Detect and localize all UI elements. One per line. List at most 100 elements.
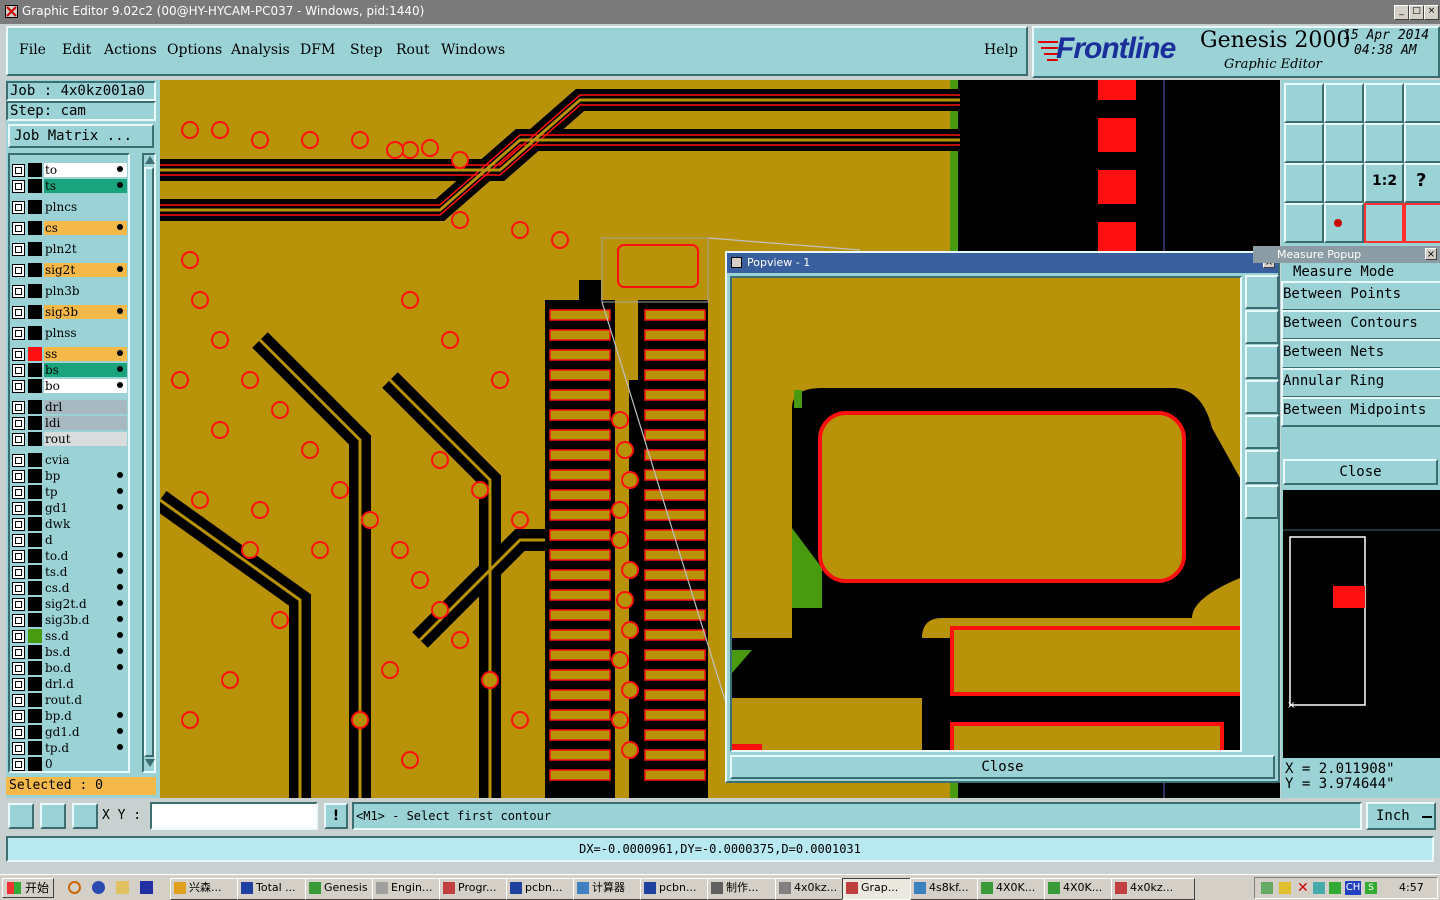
layer-checkbox[interactable] (12, 164, 25, 177)
layer-name[interactable]: sig3b.d (44, 613, 127, 627)
layer-checkbox[interactable] (12, 566, 25, 579)
layer-name[interactable]: rout (44, 432, 127, 446)
minimize-button[interactable]: _ (1394, 5, 1409, 20)
layer-checkbox[interactable] (12, 742, 25, 755)
layer-name[interactable]: to (44, 163, 127, 177)
layer-name[interactable]: ldi (44, 416, 127, 430)
popview-pan-up-icon[interactable] (1245, 310, 1279, 344)
layer-red-2-icon[interactable] (1404, 203, 1440, 243)
zoom-home-icon[interactable] (1284, 83, 1324, 123)
mode-between-midpoints[interactable]: Between Midpoints (1281, 397, 1440, 427)
layer-checkbox[interactable] (12, 401, 25, 414)
start-button[interactable]: 开始 (2, 878, 54, 898)
taskbar-button-14[interactable]: 4x0kz... (1111, 878, 1195, 900)
layer-checkbox[interactable] (12, 678, 25, 691)
measure-close-button[interactable]: Close (1283, 459, 1438, 485)
layer-name[interactable]: cs (44, 221, 127, 235)
zoom-redraw-icon[interactable] (1404, 123, 1440, 163)
measure-popup-close-icon[interactable]: × (1425, 248, 1437, 260)
layer-name[interactable]: gd1 (44, 501, 127, 515)
layer-checkbox[interactable] (12, 486, 25, 499)
menu-help[interactable]: Help (984, 42, 1018, 58)
job-matrix-button[interactable]: Job Matrix ... (8, 124, 154, 148)
pan-right-icon[interactable] (1324, 123, 1364, 163)
layer-name[interactable]: drl (44, 400, 127, 414)
layer-checkbox[interactable] (12, 180, 25, 193)
tray-app-icon[interactable] (1279, 882, 1291, 894)
layer-name[interactable]: ss.d (44, 629, 127, 643)
grid-icon[interactable] (72, 803, 98, 829)
layer-checkbox[interactable] (12, 662, 25, 675)
layer-name[interactable]: plncs (44, 200, 127, 214)
layer-checkbox[interactable] (12, 417, 25, 430)
menu-edit[interactable]: Edit (62, 42, 91, 58)
layer-checkbox[interactable] (12, 534, 25, 547)
menu-options[interactable]: Options (167, 42, 222, 58)
layer-checkbox[interactable] (12, 614, 25, 627)
layer-checkbox[interactable] (12, 222, 25, 235)
layer-name[interactable]: plnss (44, 326, 127, 340)
layer-name[interactable]: pln3b (44, 284, 127, 298)
close-button[interactable]: × (1424, 5, 1439, 20)
scroll-thumb[interactable] (144, 167, 154, 757)
layer-name[interactable]: bo.d (44, 661, 127, 675)
layer-name[interactable]: 0 (44, 757, 127, 771)
layer-checkbox[interactable] (12, 306, 25, 319)
layer-checkbox[interactable] (12, 470, 25, 483)
measure-snap-icon[interactable] (40, 803, 66, 829)
popview-canvas[interactable] (730, 276, 1242, 752)
scroll-up-icon[interactable] (145, 156, 155, 164)
layer-checkbox[interactable] (12, 454, 25, 467)
fit-window-icon[interactable] (1284, 163, 1324, 203)
net-probe-icon[interactable] (1324, 203, 1364, 243)
layer-checkbox[interactable] (12, 646, 25, 659)
layer-name[interactable]: gd1.d (44, 725, 127, 739)
layer-name[interactable]: rout.d (44, 693, 127, 707)
popview-zoom-in-icon[interactable] (1245, 450, 1279, 484)
layer-name[interactable]: cvia (44, 453, 127, 467)
quicklaunch-clock-icon[interactable] (68, 881, 81, 894)
menu-actions[interactable]: Actions (104, 42, 157, 58)
layer-name[interactable]: bp (44, 469, 127, 483)
tray-network-icon[interactable] (1313, 882, 1325, 894)
layer-checkbox[interactable] (12, 518, 25, 531)
layer-name[interactable]: tp.d (44, 741, 127, 755)
layer-checkbox[interactable] (12, 201, 25, 214)
layer-name[interactable]: sig2t (44, 263, 127, 277)
layer-name[interactable]: ss (44, 347, 127, 361)
layer-checkbox[interactable] (12, 243, 25, 256)
ime-indicator[interactable]: CH (1345, 881, 1361, 895)
layer-checkbox[interactable] (12, 630, 25, 643)
system-clock[interactable]: 4:57 (1399, 881, 1424, 894)
center-icon[interactable] (1324, 163, 1364, 203)
zoom-down-icon[interactable] (1324, 83, 1364, 123)
zoom-house-icon[interactable] (1364, 83, 1404, 123)
layer-checkbox[interactable] (12, 433, 25, 446)
popview-pan-right-icon[interactable] (1245, 415, 1279, 449)
layer-checkbox[interactable] (12, 758, 25, 771)
snap-tool-icon[interactable] (8, 803, 34, 829)
menu-windows[interactable]: Windows (441, 42, 505, 58)
mode-between-points[interactable]: Between Points (1281, 281, 1440, 311)
layer-name[interactable]: d (44, 533, 127, 547)
layer-name[interactable]: pln2t (44, 242, 127, 256)
layer-name[interactable]: ts.d (44, 565, 127, 579)
popview-zoom-window-icon[interactable] (1245, 275, 1279, 309)
layer-checkbox[interactable] (12, 264, 25, 277)
layer-name[interactable]: bo (44, 379, 127, 393)
layer-list-scrollbar[interactable] (142, 153, 156, 773)
layer-checkbox[interactable] (12, 726, 25, 739)
layer-name[interactable]: drl.d (44, 677, 127, 691)
layer-checkbox[interactable] (12, 364, 25, 377)
layer-name[interactable]: sig3b (44, 305, 127, 319)
layer-checkbox[interactable] (12, 327, 25, 340)
quicklaunch-edit-icon[interactable] (116, 881, 129, 894)
layer-name[interactable]: bs (44, 363, 127, 377)
menu-step[interactable]: Step (350, 42, 382, 58)
layer-name[interactable]: tp (44, 485, 127, 499)
layer-checkbox[interactable] (12, 348, 25, 361)
menu-analysis[interactable]: Analysis (231, 42, 290, 58)
maximize-button[interactable]: □ (1409, 5, 1424, 20)
layer-checkbox[interactable] (12, 285, 25, 298)
layer-name[interactable]: ts (44, 179, 127, 193)
